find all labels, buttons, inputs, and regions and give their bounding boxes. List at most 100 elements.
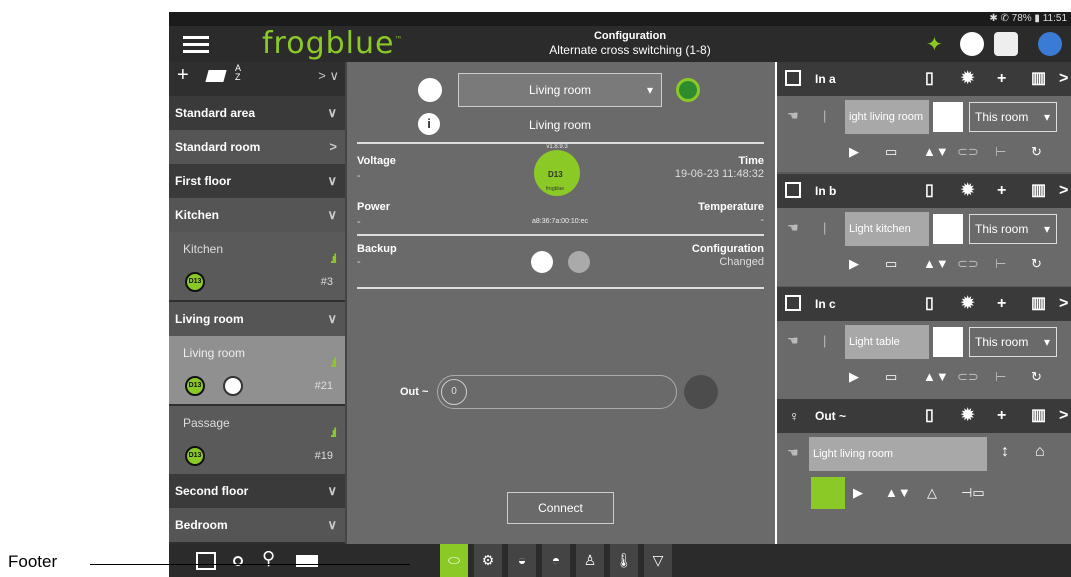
footer-tab-sensor[interactable]: ◒: [508, 544, 536, 577]
add-icon[interactable]: +: [177, 64, 189, 87]
switch-type-icon[interactable]: [933, 102, 963, 132]
sidebar-toolbar: + AZ > ∨: [169, 62, 345, 92]
room-item-passage[interactable]: Passage .ıl D13 #19: [169, 406, 345, 474]
search-icon[interactable]: ⚲: [262, 548, 275, 569]
voltage-value: -: [357, 170, 361, 182]
input-b-light[interactable]: Light kitchen: [845, 212, 929, 246]
power-label: Power: [357, 201, 391, 213]
chevron-right-icon[interactable]: >: [1059, 287, 1068, 321]
lamp-toggle-icon[interactable]: [684, 375, 718, 409]
voltage-label: Voltage: [357, 155, 396, 167]
link-icon: ⊂⊃: [957, 256, 979, 271]
device-settings-icon[interactable]: ▯: [925, 62, 934, 96]
tree-item-kitchen[interactable]: Kitchen ∨: [169, 198, 345, 232]
lamp-icon: ▶: [849, 256, 859, 271]
add-icon[interactable]: +: [997, 174, 1006, 208]
divider: [357, 234, 764, 236]
footer-tab-person[interactable]: ♙: [576, 544, 604, 577]
link-icon: ⊂⊃: [957, 369, 979, 384]
switch-type-icon[interactable]: [933, 214, 963, 244]
running-man-icon[interactable]: ✦: [926, 32, 950, 56]
vertical-resize-icon[interactable]: ↕: [1001, 443, 1009, 461]
add-icon[interactable]: +: [997, 399, 1006, 433]
edit-icon[interactable]: [205, 70, 227, 82]
tree-item-living-room[interactable]: Living room ∨: [169, 302, 345, 336]
room-scope-select[interactable]: This room ▾: [969, 327, 1057, 357]
input-a-light[interactable]: ight living room: [845, 100, 929, 134]
chevron-right-icon[interactable]: >: [1059, 62, 1068, 96]
cycle-icon: ↻: [1031, 369, 1042, 384]
hand-icon: ☚: [787, 220, 799, 235]
chevron-right-icon[interactable]: >: [1059, 174, 1068, 208]
footer-tab-actuator[interactable]: ◓: [542, 544, 570, 577]
clock-icon[interactable]: [960, 32, 984, 56]
gear-icon[interactable]: ✹: [961, 62, 974, 96]
dimmer-icon: ▲▼: [885, 485, 911, 500]
clock-icon[interactable]: [418, 78, 442, 102]
input-a-header: In a ▯ ✹ + ▥ >: [777, 62, 1071, 96]
footer-tab-temperature[interactable]: 🌡: [610, 544, 638, 577]
backup-upload-icon[interactable]: [568, 251, 590, 273]
trash-icon[interactable]: ▥: [1031, 62, 1046, 96]
add-icon[interactable]: +: [997, 287, 1006, 321]
room-select[interactable]: Living room ▾: [458, 73, 662, 107]
home-icon[interactable]: ⌂: [1035, 443, 1045, 461]
cycle-icon: ↻: [1031, 256, 1042, 271]
tree-item-first-floor[interactable]: First floor ∨: [169, 164, 345, 198]
tree-item-standard-area[interactable]: Standard area ∨: [169, 96, 345, 130]
device-settings-icon[interactable]: ▯: [925, 399, 934, 433]
dimmer-knob[interactable]: 0: [441, 379, 467, 405]
sort-icon[interactable]: AZ: [235, 64, 241, 82]
chevron-right-icon[interactable]: >: [1059, 399, 1068, 433]
output-body: ☚ Light living room ↕ ⌂ ▶ ▲▼ △ ⊣▭: [777, 433, 1071, 544]
bulb-icon: ♀: [789, 408, 800, 424]
dimmer-slider[interactable]: [437, 375, 677, 409]
tree-item-bedroom[interactable]: Bedroom ∨: [169, 508, 345, 542]
room-scope-select[interactable]: This room ▾: [969, 214, 1057, 244]
plug-icon: ⊣▭: [961, 485, 985, 500]
add-icon[interactable]: +: [997, 62, 1006, 96]
page-subtitle: Alternate cross switching (1-8): [549, 43, 711, 57]
connect-button[interactable]: Connect: [507, 492, 614, 524]
time-label: Time: [738, 155, 764, 167]
logo: frogblue™: [262, 26, 404, 61]
room-item-kitchen[interactable]: Kitchen .ıl D13 #3: [169, 232, 345, 300]
socket-icon: ⊢: [995, 144, 1007, 159]
device-d13-icon: D13: [185, 272, 205, 292]
footer-tab-controller[interactable]: ⬭: [440, 544, 468, 577]
globe-icon[interactable]: [1038, 32, 1062, 56]
gear-icon[interactable]: ✹: [961, 399, 974, 433]
trash-icon[interactable]: ▥: [1031, 399, 1046, 433]
footer-tab-settings[interactable]: ⚙: [474, 544, 502, 577]
trash-icon[interactable]: ▥: [1031, 287, 1046, 321]
device-d13-icon: D13: [185, 376, 205, 396]
trash-icon[interactable]: ▥: [1031, 174, 1046, 208]
footer-tab-lamp[interactable]: ▽: [644, 544, 672, 577]
list-icon[interactable]: [296, 555, 318, 567]
gear-icon[interactable]: ✹: [961, 174, 974, 208]
switch-type-icon[interactable]: [933, 327, 963, 357]
device-settings-icon[interactable]: ▯: [925, 287, 934, 321]
input-c-body: ☚ | Light table This room ▾ ▶ ▭ ▲▼ ⊂⊃ ⊢ ↻: [777, 321, 1071, 399]
room-scope-select[interactable]: This room ▾: [969, 102, 1057, 132]
backup-download-icon[interactable]: [531, 251, 553, 273]
tree-item-second-floor[interactable]: Second floor ∨: [169, 474, 345, 508]
collapse-icon[interactable]: > ∨: [318, 68, 339, 84]
input-c-header: In c ▯ ✹ + ▥ >: [777, 287, 1071, 321]
menu-icon[interactable]: [183, 36, 209, 53]
device-settings-icon[interactable]: ▯: [925, 174, 934, 208]
info-icon[interactable]: i: [418, 113, 440, 135]
hand-icon: ☚: [787, 445, 799, 460]
input-c-light[interactable]: Light table: [845, 325, 929, 359]
room-item-living-room[interactable]: Living room .ıl D13 #21: [169, 336, 345, 404]
input-icon: [785, 295, 801, 311]
gear-icon[interactable]: ✹: [961, 287, 974, 321]
database-icon[interactable]: [994, 32, 1018, 56]
radar-icon[interactable]: [676, 78, 700, 102]
output-light[interactable]: Light living room: [809, 437, 987, 471]
window-icon[interactable]: [196, 552, 216, 570]
dimmer-icon: ▲▼: [923, 256, 949, 271]
link-icon: ⊂⊃: [957, 144, 979, 159]
tree-item-standard-room[interactable]: Standard room >: [169, 130, 345, 164]
shutter-type-selected[interactable]: [811, 477, 845, 509]
